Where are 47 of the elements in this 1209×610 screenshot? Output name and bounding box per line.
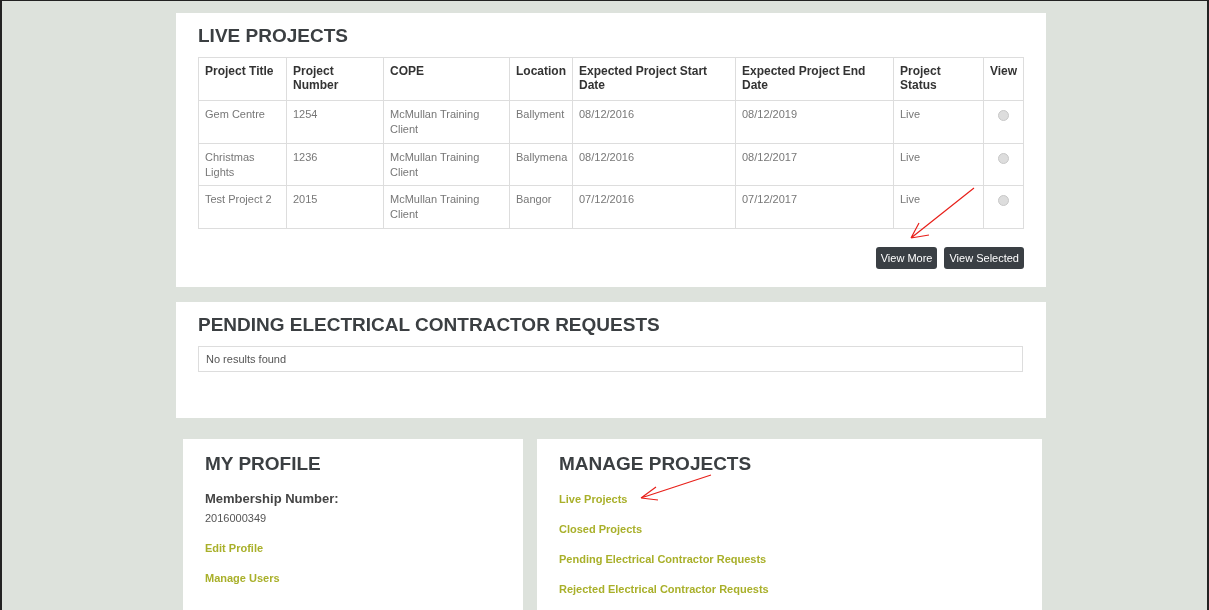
table-cell: 07/12/2016 (572, 185, 736, 229)
column-header: View (983, 57, 1024, 101)
project-link[interactable]: Pending Electrical Contractor Requests (559, 553, 767, 566)
table-cell: Ballyment (509, 100, 573, 144)
radio-button[interactable] (998, 152, 1009, 164)
view-button[interactable]: View Selected (944, 247, 1024, 270)
table-cell: Ballymena (509, 143, 573, 186)
radio-button[interactable] (998, 110, 1009, 121)
table-cell: Bangor (509, 185, 573, 229)
empty-message: No results found (198, 346, 1023, 373)
table-cell: Live (893, 100, 984, 144)
section-title: MY PROFILE (205, 453, 322, 476)
radio-button[interactable] (998, 195, 1009, 207)
column-header: Project Status (893, 57, 984, 101)
column-header: Location (509, 57, 573, 101)
membership-number: 2016000349 (205, 512, 268, 525)
column-header: Expected Project Start Date (572, 57, 736, 101)
table-cell: 1254 (286, 100, 384, 144)
section-title: PENDING ELECTRICAL CONTRACTOR REQUESTS (198, 314, 661, 337)
column-header: COPE (383, 57, 510, 101)
profile-link[interactable]: Edit Profile (205, 542, 264, 555)
field-label: Membership Number: (205, 491, 340, 507)
column-header: Project Number (286, 57, 384, 101)
project-link[interactable]: Live Projects (559, 493, 628, 506)
section-title: MANAGE PROJECTS (559, 453, 753, 476)
section-title: LIVE PROJECTS (198, 25, 349, 47)
column-header: Project Title (198, 57, 287, 101)
column-header: Expected Project End Date (735, 57, 894, 101)
profile-link[interactable]: Manage Users (205, 572, 280, 585)
table-cell: 07/12/2017 (735, 185, 894, 229)
table-cell: Gem Centre (198, 100, 287, 144)
table-cell: 08/12/2017 (735, 143, 894, 186)
table-cell: 1236 (286, 143, 384, 186)
view-button[interactable]: View More (875, 247, 938, 270)
project-link[interactable]: Rejected Electrical Contractor Requests (559, 583, 769, 596)
table-cell: McMullan Training Client (383, 100, 510, 144)
project-link[interactable]: Closed Projects (559, 523, 643, 536)
table-cell: McMullan Training Client (383, 185, 510, 229)
table-cell: McMullan Training Client (383, 143, 510, 186)
table-cell: 08/12/2016 (572, 100, 736, 144)
table-cell: 08/12/2019 (735, 100, 894, 144)
table-cell: Christmas Lights (198, 143, 287, 186)
table-cell: Live (893, 143, 984, 186)
table-cell: Test Project 2 (198, 185, 287, 229)
table-cell: 08/12/2016 (572, 143, 736, 186)
table-cell: 2015 (286, 185, 384, 229)
table-cell: Live (893, 185, 984, 229)
